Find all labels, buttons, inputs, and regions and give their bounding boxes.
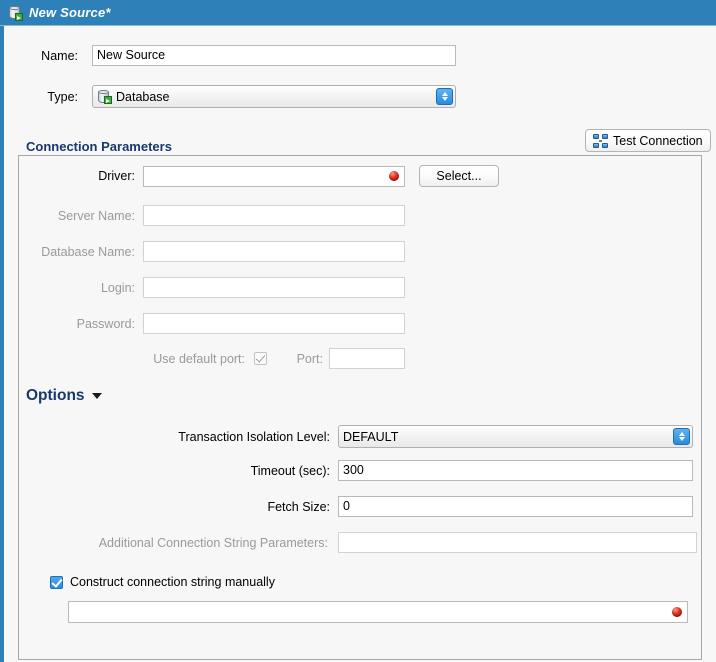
port-input[interactable] — [329, 348, 405, 369]
database-source-icon — [7, 5, 23, 21]
window-title: New Source* — [29, 5, 111, 20]
transaction-isolation-select[interactable]: DEFAULT — [338, 425, 693, 448]
server-name-row: Server Name: — [18, 205, 418, 226]
type-select-value: Database — [116, 90, 170, 104]
use-default-port-label: Use default port: — [18, 352, 245, 366]
fetch-size-label: Fetch Size: — [18, 500, 330, 514]
driver-input[interactable] — [143, 166, 405, 187]
timeout-row: Timeout (sec): 300 — [18, 460, 698, 481]
server-name-input[interactable] — [143, 205, 405, 226]
port-label: Port: — [279, 352, 323, 366]
database-name-row: Database Name: — [18, 241, 418, 262]
chevron-down-icon — [92, 393, 102, 399]
login-input[interactable] — [143, 277, 405, 298]
test-connection-label: Test Connection — [613, 134, 703, 148]
options-header[interactable]: Options — [26, 387, 102, 405]
form-content: Name: New Source Type: Database Connecti… — [4, 27, 716, 662]
timeout-input-value: 300 — [343, 464, 364, 477]
driver-label: Driver: — [18, 169, 135, 183]
name-row: Name: New Source — [18, 45, 458, 66]
construct-manually-label: Construct connection string manually — [70, 575, 275, 589]
login-row: Login: — [18, 277, 418, 298]
test-connection-button[interactable]: Test Connection — [585, 129, 711, 152]
additional-params-label: Additional Connection String Parameters: — [18, 536, 328, 550]
fetch-size-row: Fetch Size: 0 — [18, 496, 698, 517]
fetch-size-input-value: 0 — [343, 500, 350, 513]
chevron-updown-icon[interactable] — [673, 428, 690, 445]
server-name-label: Server Name: — [18, 209, 135, 223]
transaction-isolation-label: Transaction Isolation Level: — [18, 430, 330, 444]
additional-params-row: Additional Connection String Parameters: — [18, 532, 698, 553]
driver-row: Driver: Select... — [18, 165, 508, 187]
use-default-port-checkbox[interactable] — [254, 352, 267, 365]
chevron-updown-icon[interactable] — [436, 88, 453, 105]
window-titlebar: New Source* — [0, 0, 716, 26]
type-select[interactable]: Database — [92, 85, 456, 108]
login-label: Login: — [18, 281, 135, 295]
additional-params-input[interactable] — [338, 532, 697, 553]
database-icon — [97, 89, 112, 104]
transaction-isolation-value: DEFAULT — [343, 430, 398, 444]
options-header-label: Options — [26, 387, 85, 404]
name-label: Name: — [18, 49, 78, 63]
password-row: Password: — [18, 313, 418, 334]
construct-manually-checkbox[interactable] — [50, 576, 63, 589]
name-input[interactable]: New Source — [92, 45, 456, 66]
fetch-size-input[interactable]: 0 — [338, 496, 693, 517]
construct-manually-row[interactable]: Construct connection string manually — [50, 575, 275, 589]
timeout-label: Timeout (sec): — [18, 464, 330, 478]
driver-error-icon — [389, 171, 399, 181]
port-row: Use default port: Port: — [18, 348, 418, 369]
database-name-input[interactable] — [143, 241, 405, 262]
type-row: Type: Database — [18, 85, 458, 108]
timeout-input[interactable]: 300 — [338, 460, 693, 481]
type-label: Type: — [18, 90, 78, 104]
connection-parameters-header: Connection Parameters — [26, 139, 172, 154]
transaction-isolation-row: Transaction Isolation Level: DEFAULT — [18, 425, 698, 448]
connection-string-error-icon — [672, 607, 682, 617]
driver-select-button[interactable]: Select... — [419, 165, 499, 187]
network-connection-icon — [593, 134, 608, 148]
password-label: Password: — [18, 317, 135, 331]
connection-string-row — [68, 601, 688, 623]
connection-string-input[interactable] — [68, 601, 688, 623]
database-name-label: Database Name: — [18, 245, 135, 259]
password-input[interactable] — [143, 313, 405, 334]
name-input-value: New Source — [97, 49, 165, 62]
